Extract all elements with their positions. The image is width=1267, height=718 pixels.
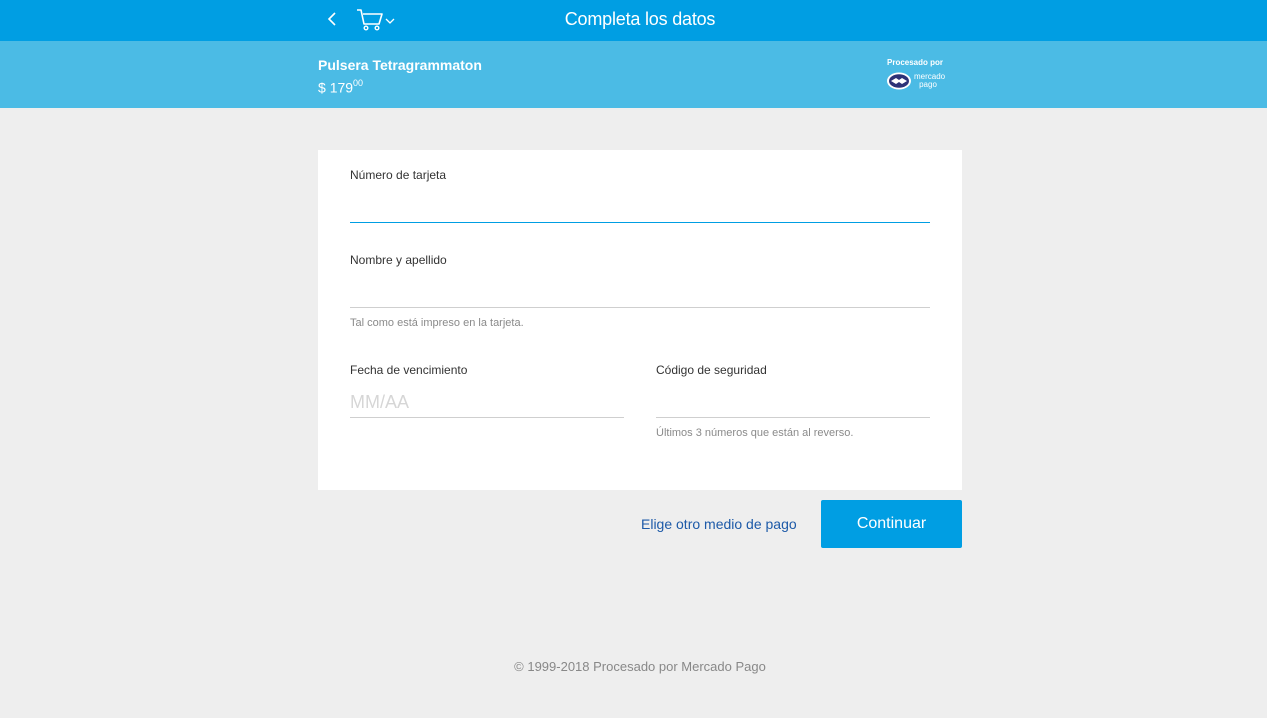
name-input[interactable] [350, 277, 930, 308]
price-cents: 00 [353, 78, 364, 88]
card-form: Número de tarjeta Nombre y apellido Tal … [318, 150, 962, 490]
other-payment-method-link[interactable]: Elige otro medio de pago [641, 516, 797, 532]
cvv-input[interactable] [656, 387, 930, 418]
top-bar: Completa los datos [0, 0, 1267, 41]
processed-by-label: Procesado por [887, 58, 944, 67]
page-title: Completa los datos [564, 9, 716, 29]
cvv-hint: Últimos 3 números que están al reverso. [656, 427, 854, 439]
order-summary: Pulsera Tetragrammaton $ 17900 Procesado… [0, 41, 1267, 108]
footer-copyright: © 1999-2018 Procesado por Mercado Pago [514, 659, 766, 674]
product-name: Pulsera Tetragrammaton [318, 57, 482, 73]
handshake-icon [887, 72, 911, 90]
card-number-input[interactable] [350, 192, 930, 223]
logo-line-2: pago [919, 80, 937, 89]
price-integer: 179 [329, 79, 354, 96]
card-number-label: Número de tarjeta [350, 168, 447, 182]
expiry-label: Fecha de vencimiento [350, 363, 468, 377]
name-label: Nombre y apellido [350, 253, 447, 267]
cvv-label: Código de seguridad [656, 363, 767, 377]
continue-button[interactable]: Continuar [821, 500, 962, 548]
mercado-pago-logo: mercado pago [886, 70, 956, 92]
name-hint: Tal como está impreso en la tarjeta. [350, 317, 524, 329]
price-symbol: $ [318, 79, 326, 96]
expiry-input[interactable] [350, 387, 624, 418]
product-price: $ 17900 [318, 78, 364, 96]
